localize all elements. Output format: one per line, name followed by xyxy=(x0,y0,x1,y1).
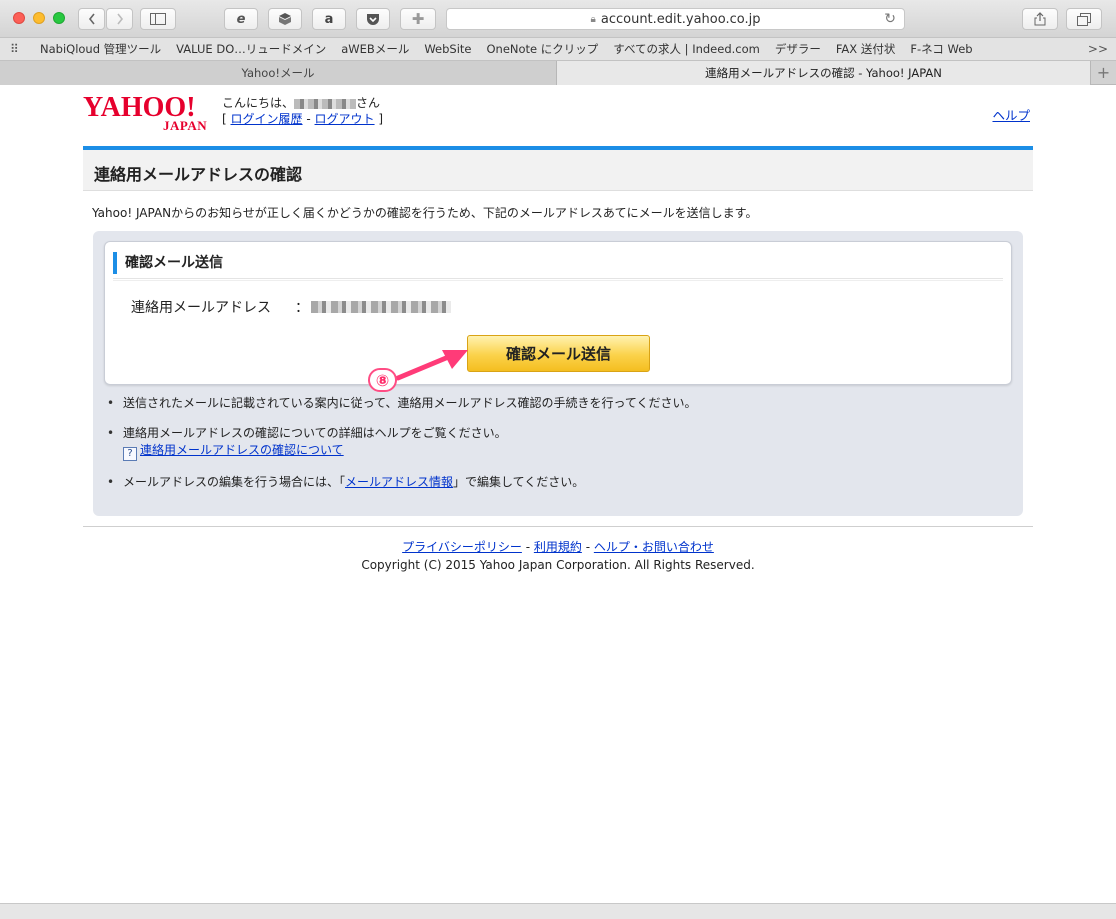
ie-icon: e xyxy=(236,11,246,27)
tab-yahoo-mail[interactable]: Yahoo!メール xyxy=(0,61,557,85)
back-button[interactable] xyxy=(78,8,105,30)
lock-icon: 🔒︎ xyxy=(590,13,596,25)
intro-text: Yahoo! JAPANからのお知らせが正しく届くかどうかの確認を行うため、下記… xyxy=(92,206,758,220)
svg-text:JAPAN: JAPAN xyxy=(163,118,207,132)
browser-toolbar: e a ✚ 🔒︎ account.edit.yahoo.co.jp ↻ xyxy=(0,0,1116,38)
browser-status-bar xyxy=(0,903,1116,919)
footer-separator: - xyxy=(521,540,534,554)
send-section: 確認メール送信 連絡用メールアドレス ： 確認メール送信 xyxy=(104,241,1012,385)
greeting-prefix: こんにちは、 xyxy=(222,96,295,110)
greeting-suffix: さん xyxy=(356,96,381,110)
help-link[interactable]: ヘルプ xyxy=(992,105,1030,124)
tabs-icon xyxy=(1077,12,1091,26)
bookmark-item[interactable]: NabiQloud 管理ツール xyxy=(40,41,161,57)
page-title: 連絡用メールアドレスの確認 xyxy=(94,165,303,184)
share-button[interactable] xyxy=(1022,8,1058,30)
amazon-extension-button[interactable]: a xyxy=(312,8,346,30)
new-tab-button[interactable]: + xyxy=(1091,61,1116,84)
note-text: 送信されたメールに記載されている案内に従って、連絡用メールアドレス確認の手続きを… xyxy=(123,396,697,410)
bookmark-item[interactable]: FAX 送付状 xyxy=(836,41,895,57)
bookmark-item[interactable]: VALUE DO…リュードメイン xyxy=(176,41,326,57)
terms-link[interactable]: 利用規約 xyxy=(534,540,582,554)
help-contact-link[interactable]: ヘルプ・お問い合わせ xyxy=(594,540,714,554)
share-icon xyxy=(1034,12,1046,26)
footer-separator: - xyxy=(581,540,594,554)
link-separator: - xyxy=(306,112,311,126)
section-title: 確認メール送信 xyxy=(113,252,223,274)
bookmarks-bar: ⠿ NabiQloud 管理ツール VALUE DO…リュードメイン aWEBメ… xyxy=(0,38,1116,61)
sidebar-button[interactable] xyxy=(140,8,176,30)
email-info-link[interactable]: メールアドレス情報 xyxy=(345,475,453,489)
pocket-extension-button[interactable] xyxy=(356,8,390,30)
bracket-open: [ xyxy=(222,112,227,126)
note-text: 連絡用メールアドレスの確認についての詳細はヘルプをご覧ください。 xyxy=(123,426,507,440)
tab-email-confirm[interactable]: 連絡用メールアドレスの確認 - Yahoo! JAPAN xyxy=(557,61,1091,85)
logout-link[interactable]: ログアウト xyxy=(315,112,375,126)
tabs-overview-button[interactable] xyxy=(1066,8,1102,30)
field-separator: ： xyxy=(295,300,309,316)
puzzle-extension-button[interactable]: ✚ xyxy=(400,8,436,30)
list-item: 送信されたメールに記載されている案内に従って、連絡用メールアドレス確認の手続きを… xyxy=(105,395,1005,412)
sidebar-icon xyxy=(150,13,166,25)
bookmarks-overflow-button[interactable]: >> xyxy=(1088,42,1108,56)
bookmark-item[interactable]: F-ネコ Web xyxy=(910,41,972,57)
step-marker-badge: ⑧ xyxy=(368,368,397,392)
note-text: メールアドレスの編集を行う場合には、「 xyxy=(123,475,346,489)
privacy-policy-link[interactable]: プライバシーポリシー xyxy=(402,540,522,554)
minimize-window-button[interactable] xyxy=(33,12,45,24)
box-icon xyxy=(279,13,291,25)
bookmark-item[interactable]: OneNote にクリップ xyxy=(486,41,598,57)
zoom-window-button[interactable] xyxy=(53,12,65,24)
tab-bar: Yahoo!メール 連絡用メールアドレスの確認 - Yahoo! JAPAN + xyxy=(0,61,1116,85)
annotation-arrow-icon xyxy=(396,350,468,381)
contact-email-label: 連絡用メールアドレス xyxy=(131,300,271,316)
contact-email-help-link[interactable]: 連絡用メールアドレスの確認について xyxy=(140,443,344,457)
tab-label: Yahoo!メール xyxy=(241,66,315,80)
send-confirmation-button[interactable]: 確認メール送信 xyxy=(467,335,650,372)
list-item: メールアドレスの編集を行う場合には、「メールアドレス情報」で編集してください。 xyxy=(105,474,1005,491)
bracket-close: ] xyxy=(378,112,384,126)
notes-list: 送信されたメールに記載されている案内に従って、連絡用メールアドレス確認の手続きを… xyxy=(105,395,1005,491)
list-item: 連絡用メールアドレスの確認についての詳細はヘルプをご覧ください。 ?連絡用メール… xyxy=(105,425,1005,461)
footer: プライバシーポリシー - 利用規約 - ヘルプ・お問い合わせ Copyright… xyxy=(0,538,1116,574)
close-window-button[interactable] xyxy=(13,12,25,24)
bookmark-item[interactable]: すべての求人 | Indeed.com xyxy=(613,41,760,57)
confirm-panel: 確認メール送信 連絡用メールアドレス ： 確認メール送信 送信されたメールに記載… xyxy=(93,231,1023,516)
user-greeting: こんにちは、 さん [ ログイン履歴 - ログアウト ] xyxy=(222,95,383,127)
chevron-right-icon xyxy=(116,13,123,25)
yahoo-japan-logo[interactable]: YAHOO! JAPAN xyxy=(83,92,218,132)
reload-icon[interactable]: ↻ xyxy=(884,11,896,27)
forward-button[interactable] xyxy=(106,8,133,30)
box-extension-button[interactable] xyxy=(268,8,302,30)
puzzle-icon: ✚ xyxy=(411,10,425,28)
note-text: 」で編集してください。 xyxy=(453,475,585,489)
chevron-left-icon xyxy=(88,13,95,25)
page-content: YAHOO! JAPAN こんにちは、 さん [ ログイン履歴 - ログアウト ]… xyxy=(0,85,1116,903)
help-question-icon: ? xyxy=(123,447,137,461)
bookmark-item[interactable]: デザラー xyxy=(775,41,821,57)
bookmark-item[interactable]: WebSite xyxy=(424,42,471,56)
top-sites-icon[interactable]: ⠿ xyxy=(10,42,40,56)
amazon-icon: a xyxy=(324,11,334,27)
redacted-username xyxy=(294,98,357,109)
footer-divider xyxy=(83,526,1033,527)
bookmark-item[interactable]: aWEBメール xyxy=(341,41,409,57)
copyright-text: Copyright (C) 2015 Yahoo Japan Corporati… xyxy=(361,558,755,572)
address-bar[interactable]: 🔒︎ account.edit.yahoo.co.jp ↻ xyxy=(446,8,905,30)
url-text: account.edit.yahoo.co.jp xyxy=(600,11,761,27)
pocket-icon xyxy=(367,13,379,25)
login-history-link[interactable]: ログイン履歴 xyxy=(231,112,303,126)
page-title-band: 連絡用メールアドレスの確認 xyxy=(83,150,1033,191)
section-divider xyxy=(113,278,1003,281)
redacted-email-value xyxy=(311,301,451,313)
tab-label: 連絡用メールアドレスの確認 - Yahoo! JAPAN xyxy=(705,66,942,80)
ie-extension-button[interactable]: e xyxy=(224,8,258,30)
